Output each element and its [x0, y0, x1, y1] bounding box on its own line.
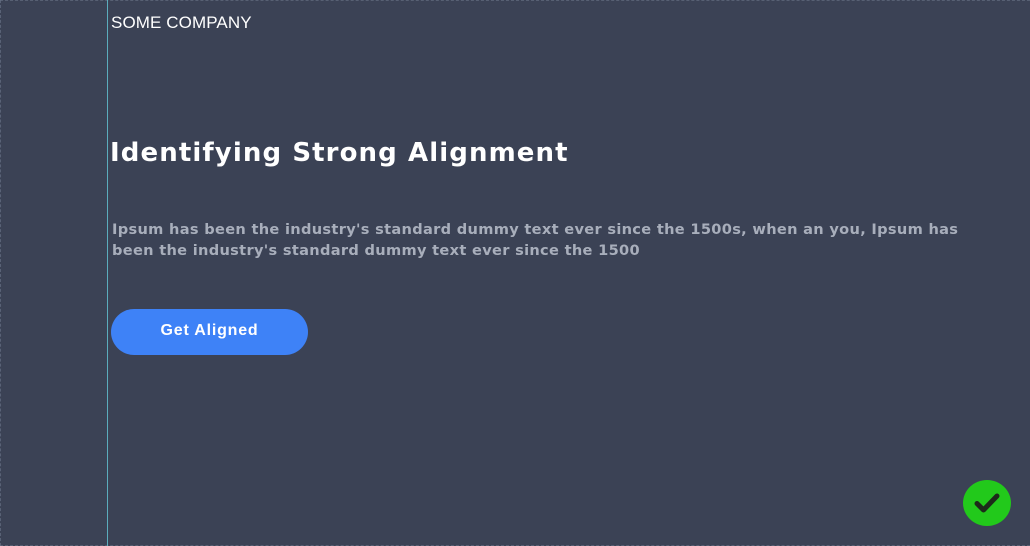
hero-title: Identifying Strong Alignment — [110, 138, 569, 168]
get-aligned-button[interactable]: Get Aligned — [111, 309, 308, 355]
checkmark-badge — [963, 480, 1011, 526]
top-border — [0, 0, 1030, 1]
hero-description: Ipsum has been the industry's standard d… — [112, 221, 959, 259]
page-canvas: SOME COMPANY Identifying Strong Alignmen… — [0, 0, 1030, 546]
alignment-guide-line — [107, 0, 108, 546]
left-border — [0, 0, 1, 546]
company-name: SOME COMPANY — [111, 13, 252, 32]
checkmark-icon — [974, 493, 1000, 513]
